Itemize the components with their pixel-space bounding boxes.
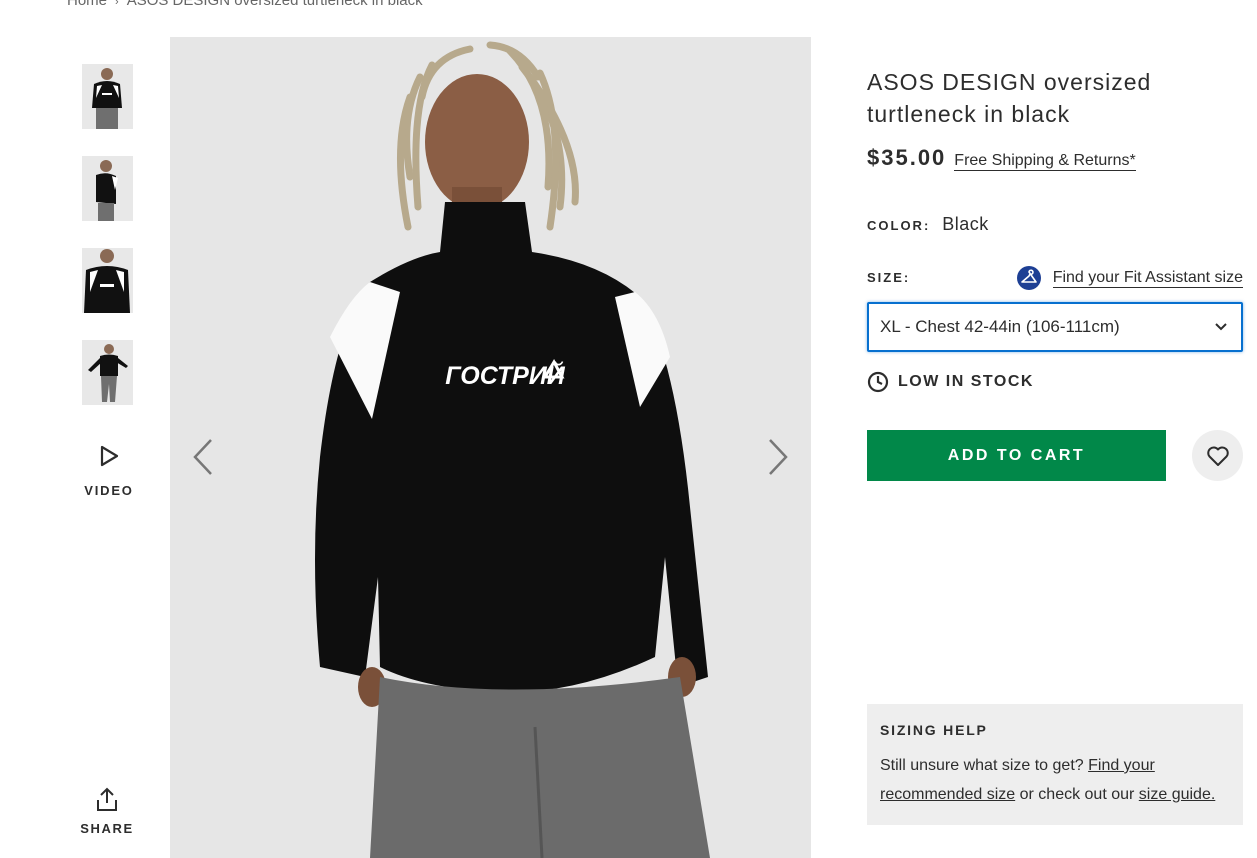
sizing-help-panel: SIZING HELP Still unsure what size to ge…: [867, 704, 1243, 825]
breadcrumb-home-link[interactable]: Home: [67, 0, 107, 9]
chevron-right-icon[interactable]: [761, 437, 791, 477]
stock-status-text: LOW IN STOCK: [898, 373, 1034, 390]
play-icon: [100, 445, 119, 467]
size-select-value: XL - Chest 42-44in (106-111cm): [880, 317, 1120, 336]
size-guide-link[interactable]: size guide.: [1139, 786, 1216, 803]
price-row: $35.00 Free Shipping & Returns*: [867, 145, 1243, 171]
size-select[interactable]: XL - Chest 42-44in (106-111cm): [867, 302, 1243, 352]
fit-assistant-text: Find your Fit Assistant size: [1052, 269, 1243, 288]
share-label: SHARE: [80, 821, 134, 836]
sizing-help-text-1: Still unsure what size to get?: [880, 757, 1089, 774]
clock-icon: [867, 371, 889, 393]
product-title: ASOS DESIGN oversized turtleneck in blac…: [867, 69, 1152, 127]
video-label: VIDEO: [84, 483, 134, 498]
model-photo: ГОСТРИЙ: [170, 37, 811, 858]
heart-icon: [1206, 446, 1229, 466]
breadcrumb-separator: ›: [115, 0, 119, 8]
sizing-help-title: SIZING HELP: [880, 722, 988, 738]
size-label: SIZE:: [867, 270, 911, 285]
thumbnail-list: [82, 64, 134, 432]
free-shipping-link[interactable]: Free Shipping & Returns*: [954, 152, 1136, 171]
sizing-help-body: Still unsure what size to get? Find your…: [880, 751, 1230, 809]
add-to-cart-button[interactable]: ADD TO CART: [867, 430, 1166, 481]
size-row: SIZE: Find your Fit Assistant size: [867, 266, 1243, 292]
fit-assistant-link[interactable]: Find your Fit Assistant size: [1016, 266, 1243, 290]
chevron-left-icon[interactable]: [190, 437, 220, 477]
chevron-down-icon: [1215, 323, 1227, 331]
share-button[interactable]: SHARE: [78, 786, 136, 838]
share-icon: [97, 787, 117, 811]
color-row: COLOR: Black: [867, 214, 989, 235]
hanger-icon: [1016, 266, 1041, 290]
sizing-help-text-2: or check out our: [1015, 786, 1139, 803]
product-thumbnail-3[interactable]: [82, 248, 133, 313]
product-thumbnail-4[interactable]: [82, 340, 133, 405]
product-thumbnail-2[interactable]: [82, 156, 133, 221]
product-details: ASOS DESIGN oversized turtleneck in blac…: [867, 66, 1243, 481]
color-label: COLOR:: [867, 218, 931, 233]
save-for-later-button[interactable]: [1192, 430, 1243, 481]
breadcrumb-current: ASOS DESIGN oversized turtleneck in blac…: [126, 0, 423, 9]
product-price: $35.00: [867, 145, 947, 170]
product-thumbnail-1[interactable]: [82, 64, 133, 129]
video-button[interactable]: VIDEO: [82, 444, 136, 500]
stock-status: LOW IN STOCK: [867, 371, 1034, 393]
color-value: Black: [942, 214, 989, 234]
product-main-image[interactable]: ГОСТРИЙ: [170, 37, 811, 858]
breadcrumb: Home › ASOS DESIGN oversized turtleneck in…: [67, 0, 423, 9]
